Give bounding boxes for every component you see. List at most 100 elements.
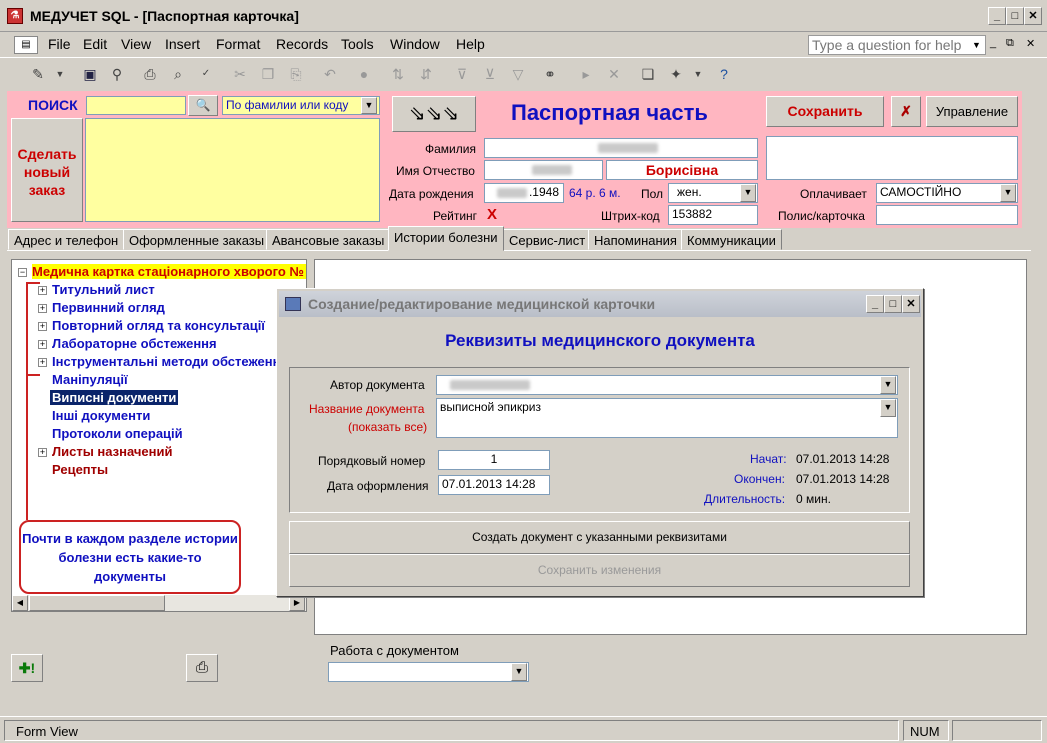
surname-field[interactable]	[484, 138, 758, 158]
tab-communications[interactable]: Коммуникации	[681, 229, 782, 250]
new-record-icon[interactable]: ▸	[576, 64, 596, 84]
menu-window[interactable]: Window	[390, 36, 440, 52]
tree-item-prescriptions-list[interactable]: Листы назначений	[52, 444, 173, 459]
print-preview-icon[interactable]: ⌕	[168, 64, 188, 84]
search-input[interactable]	[86, 96, 186, 115]
tree-item-instrumental[interactable]: Інструментальні методи обстеження	[52, 354, 288, 369]
paste-icon[interactable]: ⎘	[286, 64, 306, 84]
undo-icon[interactable]: ↶	[320, 64, 340, 84]
tree-item-discharge-docs[interactable]: Виписні документи	[50, 390, 179, 405]
doc-work-select[interactable]	[328, 662, 529, 682]
tree-item-other-docs[interactable]: Інші документи	[52, 408, 150, 423]
sort-descending-icon[interactable]: ⇵	[416, 64, 436, 84]
navigate-arrows-button[interactable]: ⇘⇘⇘	[392, 96, 476, 132]
tree-hscrollbar[interactable]: ◀ ▶	[12, 595, 306, 611]
close-icon[interactable]: ✕	[1024, 7, 1042, 25]
filter-by-selection-icon[interactable]: ⊽	[452, 64, 472, 84]
docname-dropdown-icon[interactable]: ▼	[880, 399, 896, 417]
menu-file[interactable]: File	[48, 36, 71, 52]
help-dropdown-icon[interactable]: ▼	[972, 40, 981, 50]
tab-address[interactable]: Адрес и телефон	[8, 229, 125, 250]
filter-by-form-icon[interactable]: ⊻	[480, 64, 500, 84]
tree-item-recipes[interactable]: Рецепты	[52, 462, 108, 477]
dialog-close-icon[interactable]: ✕	[902, 295, 920, 313]
apply-filter-icon[interactable]: ▽	[508, 64, 528, 84]
tab-service-list[interactable]: Сервис-лист	[503, 229, 592, 250]
child-restore-icon[interactable]: ⧉	[1006, 37, 1014, 50]
scroll-left-icon[interactable]: ◀	[12, 595, 28, 611]
binoculars-search-icon[interactable]: 🔍	[188, 95, 218, 116]
copy-icon[interactable]: ❐	[258, 64, 278, 84]
add-document-icon[interactable]: ✚!	[11, 654, 43, 682]
find-icon[interactable]: ⚭	[540, 64, 560, 84]
cancel-icon[interactable]: ✗	[891, 96, 921, 127]
form-icon[interactable]: ▤	[14, 36, 38, 54]
print-icon[interactable]: ⎙	[140, 64, 160, 84]
file-search-icon[interactable]: ⚲	[107, 64, 127, 84]
scroll-thumb[interactable]	[29, 595, 165, 611]
show-all-link[interactable]: (показать все)	[348, 420, 427, 434]
save-icon[interactable]: ▣	[80, 64, 100, 84]
child-close-icon[interactable]: ✕	[1026, 37, 1035, 50]
new-object-icon[interactable]: ✦	[666, 64, 686, 84]
doc-work-dropdown-icon[interactable]: ▼	[511, 663, 527, 681]
delete-record-icon[interactable]: ✕	[604, 64, 624, 84]
dialog-minimize-icon[interactable]: _	[866, 295, 884, 313]
child-minimize-icon[interactable]: _	[990, 37, 996, 49]
expand-icon[interactable]: +	[38, 448, 47, 457]
date-field[interactable]: 07.01.2013 14:28	[438, 475, 550, 495]
help-search-input[interactable]: Type a question for help	[808, 35, 986, 55]
search-mode-select[interactable]: По фамилии или коду	[222, 96, 380, 115]
tree-item-operations[interactable]: Протоколи операцій	[52, 426, 183, 441]
notes-field[interactable]	[766, 136, 1018, 180]
spelling-icon[interactable]: ✓	[196, 64, 216, 84]
tree-item-repeat-exam[interactable]: Повторний огляд та консультації	[52, 318, 265, 333]
tree-item-manipulations[interactable]: Маніпуляції	[52, 372, 128, 387]
save-button[interactable]: Сохранить	[766, 96, 884, 127]
create-document-button[interactable]: Создать документ с указанными реквизитам…	[289, 521, 910, 554]
policy-field[interactable]	[876, 205, 1018, 225]
new-object-dropdown-icon[interactable]: ▼	[688, 64, 708, 84]
menu-format[interactable]: Format	[216, 36, 260, 52]
sort-ascending-icon[interactable]: ⇅	[388, 64, 408, 84]
payer-select[interactable]: САМОСТІЙНО	[876, 183, 1018, 203]
view-dropdown-icon[interactable]: ▼	[50, 64, 70, 84]
tab-reminders[interactable]: Напоминания	[588, 229, 683, 250]
menu-view[interactable]: View	[121, 36, 151, 52]
dialog-maximize-icon[interactable]: □	[884, 295, 902, 313]
manage-button[interactable]: Управление	[926, 96, 1018, 127]
order-number-field[interactable]: 1	[438, 450, 550, 470]
maximize-icon[interactable]: □	[1006, 7, 1024, 25]
menu-insert[interactable]: Insert	[165, 36, 200, 52]
tree-item-lab[interactable]: Лабораторне обстеження	[52, 336, 217, 351]
menu-edit[interactable]: Edit	[83, 36, 107, 52]
cut-icon[interactable]: ✂	[230, 64, 250, 84]
author-dropdown-icon[interactable]: ▼	[880, 376, 896, 394]
tab-medical-history[interactable]: Истории болезни	[388, 226, 504, 251]
tree-root[interactable]: Медична картка стаціонарного хворого №	[32, 264, 306, 279]
database-window-icon[interactable]: ❏	[638, 64, 658, 84]
access-icon[interactable]: ⚗	[7, 8, 23, 24]
tree-item-title-page[interactable]: Титульний лист	[52, 282, 155, 297]
medical-record-tree[interactable]: − Медична картка стаціонарного хворого №…	[11, 259, 307, 612]
scroll-right-icon[interactable]: ▶	[289, 595, 305, 611]
author-select[interactable]	[436, 375, 898, 395]
save-changes-button[interactable]: Сохранить изменения	[289, 554, 910, 587]
dob-field[interactable]: .1948	[484, 183, 564, 203]
search-mode-dropdown-icon[interactable]: ▼	[361, 97, 377, 114]
help-icon[interactable]: ?	[714, 64, 734, 84]
payer-dropdown-icon[interactable]: ▼	[1000, 184, 1016, 202]
minimize-icon[interactable]: _	[988, 7, 1006, 25]
tab-orders[interactable]: Оформленные заказы	[123, 229, 271, 250]
print-document-icon[interactable]: ⎙	[186, 654, 218, 682]
menu-records[interactable]: Records	[276, 36, 328, 52]
order-notes-area[interactable]	[85, 118, 380, 222]
tab-advance-orders[interactable]: Авансовые заказы	[266, 229, 391, 250]
docname-field[interactable]: выписной эпикриз	[436, 398, 898, 438]
collapse-icon[interactable]: −	[18, 268, 27, 277]
barcode-field[interactable]: 153882	[668, 205, 758, 225]
design-view-icon[interactable]: ✎	[28, 64, 48, 84]
first-name-field[interactable]	[484, 160, 603, 180]
insert-hyperlink-icon[interactable]: ●	[354, 64, 374, 84]
menu-help[interactable]: Help	[456, 36, 485, 52]
